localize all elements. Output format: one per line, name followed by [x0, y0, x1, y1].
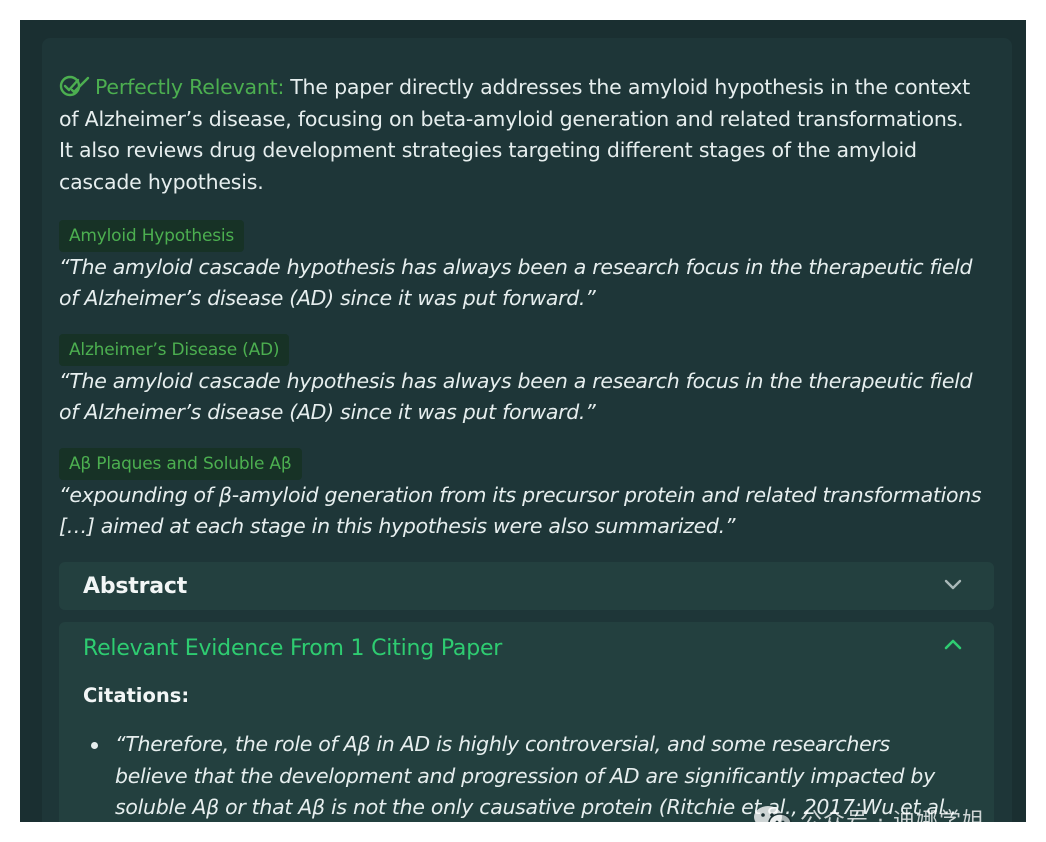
citing-paper-accordion-header[interactable]: Relevant Evidence From 1 Citing Paper — [59, 622, 994, 670]
double-check-icon — [59, 75, 90, 97]
evidence-quote: “The amyloid cascade hypothesis has alwa… — [59, 255, 973, 310]
evidence-tag: Alzheimer’s Disease (AD) — [59, 334, 290, 366]
citing-paper-accordion: Relevant Evidence From 1 Citing Paper Ci… — [59, 622, 994, 822]
abstract-accordion[interactable]: Abstract — [59, 562, 994, 610]
citing-paper-title: Relevant Evidence From 1 Citing Paper — [83, 636, 503, 661]
wechat-icon — [754, 806, 792, 822]
abstract-accordion-header[interactable]: Abstract — [59, 562, 994, 610]
chevron-up-icon[interactable] — [942, 636, 964, 654]
evidence-quote: “expounding of β-amyloid generation from… — [59, 483, 982, 538]
relevance-summary: Perfectly Relevant: The paper directly ad… — [59, 72, 979, 198]
abstract-title: Abstract — [83, 574, 188, 599]
relevance-label: Perfectly Relevant: — [95, 75, 285, 99]
app-frame: Perfectly Relevant: The paper directly ad… — [20, 20, 1026, 822]
result-card: Perfectly Relevant: The paper directly ad… — [42, 38, 1012, 822]
evidence-quote: “The amyloid cascade hypothesis has alwa… — [59, 369, 973, 424]
evidence-tag: Amyloid Hypothesis — [59, 220, 245, 252]
chevron-down-icon[interactable] — [942, 576, 964, 594]
citations-label: Citations: — [83, 684, 190, 707]
watermark-text: 公众号 · 迪娜学姐 — [800, 809, 985, 822]
evidence-tag: Aβ Plaques and Soluble Aβ — [59, 448, 302, 480]
bullet-dot — [91, 742, 98, 749]
watermark: 公众号 · 迪娜学姐 — [752, 804, 985, 822]
